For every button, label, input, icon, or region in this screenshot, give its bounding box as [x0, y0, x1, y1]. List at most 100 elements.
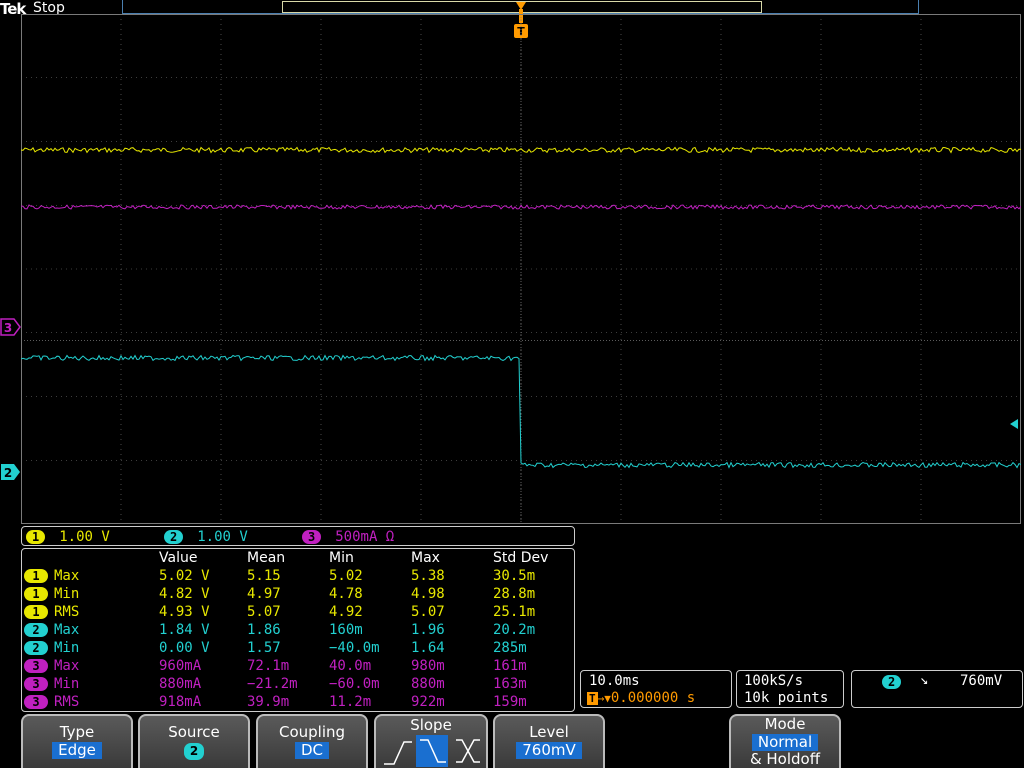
trigger-level-marker[interactable]: [1008, 418, 1022, 430]
measurement-min: 4.78: [329, 586, 363, 602]
measurement-channel-chip: 2: [24, 641, 48, 655]
measurement-std-dev: 163m: [493, 676, 527, 692]
sample-rate: 100kS/s: [744, 673, 804, 689]
measurement-type: Min: [54, 586, 80, 602]
falling-edge-icon: ↘: [920, 672, 929, 688]
measurement-row[interactable]: 2 Min 0.00 V 1.57 −40.0m 1.64 285m: [24, 639, 573, 657]
ch1-scale-readout[interactable]: 1 1.00 V: [26, 529, 110, 545]
measurement-mean: 39.9m: [247, 694, 290, 710]
measurement-mean: 1.86: [247, 622, 281, 638]
svg-text:2: 2: [4, 466, 12, 480]
measurement-name: 1 Max: [24, 567, 159, 585]
measurement-min: −60.0m: [329, 676, 380, 692]
col-header-max: Max: [411, 550, 440, 566]
rising-edge-icon[interactable]: [384, 741, 412, 765]
measurement-channel-chip: 3: [24, 677, 48, 691]
ch2-scale: 1.00 V: [197, 529, 248, 545]
measurement-channel-chip: 3: [24, 695, 48, 709]
col-header-std-dev: Std Dev: [493, 550, 549, 566]
measurement-row[interactable]: 1 Max 5.02 V 5.15 5.02 5.38 30.5m: [24, 567, 573, 585]
measurement-std-dev: 30.5m: [493, 568, 536, 584]
mode-label: Mode: [764, 715, 806, 733]
trigger-t-icon: T: [587, 692, 598, 705]
acquisition-readout[interactable]: 100kS/s 10k points: [736, 670, 844, 708]
type-label: Type: [59, 723, 95, 741]
measurement-name: 1 RMS: [24, 603, 159, 621]
col-header-mean: Mean: [247, 550, 286, 566]
coupling-label: Coupling: [278, 723, 346, 741]
measurement-std-dev: 28.8m: [493, 586, 536, 602]
trigger-position-value: 0.000000 s: [610, 690, 696, 706]
measurement-value: 4.93 V: [159, 604, 210, 620]
coupling-softkey[interactable]: Coupling DC: [256, 714, 368, 768]
holdoff-label: & Holdoff: [749, 750, 821, 768]
measurement-row[interactable]: 1 Min 4.82 V 4.97 4.78 4.98 28.8m: [24, 585, 573, 603]
timebase-readout[interactable]: 10.0ms T →▼0.000000 s: [580, 670, 732, 708]
waveform-graticule[interactable]: [21, 14, 1021, 524]
mode-holdoff-softkey[interactable]: Mode Normal & Holdoff: [729, 714, 841, 768]
trigger-level-arrow-icon: [1010, 419, 1018, 429]
measurement-channel-chip: 1: [24, 587, 48, 601]
either-edge-icon[interactable]: [456, 739, 480, 763]
measurement-value: 960mA: [159, 658, 202, 674]
measurement-max: 4.98: [411, 586, 445, 602]
measurement-name: 2 Min: [24, 639, 159, 657]
slope-softkey[interactable]: Slope: [374, 714, 488, 768]
measurement-value: 1.84 V: [159, 622, 210, 638]
measurement-mean: 4.97: [247, 586, 281, 602]
ch2-scale-readout[interactable]: 2 1.00 V: [164, 529, 248, 545]
measurement-std-dev: 285m: [493, 640, 527, 656]
measurements-header-row: Value Mean Min Max Std Dev: [24, 549, 573, 567]
measurement-row[interactable]: 3 Min 880mA −21.2m −60.0m 880m 163m: [24, 675, 573, 693]
source-value: 2: [183, 743, 205, 760]
svg-text:3: 3: [4, 321, 12, 335]
measurement-min: 4.92: [329, 604, 363, 620]
ch3-ground-marker[interactable]: 3: [0, 318, 22, 336]
measurement-row[interactable]: 1 RMS 4.93 V 5.07 4.92 5.07 25.1m: [24, 603, 573, 621]
measurement-max: 880m: [411, 676, 445, 692]
measurement-min: 11.2m: [329, 694, 372, 710]
measurement-channel-chip: 3: [24, 659, 48, 673]
coupling-value: DC: [294, 742, 330, 759]
measurement-name: 3 Min: [24, 675, 159, 693]
channel-readout-strip: 1 1.00 V 2 1.00 V 3 500mA Ω: [21, 526, 575, 546]
measurement-type: Min: [54, 676, 80, 692]
ch2-chip: 2: [164, 530, 184, 544]
ch2-ground-marker[interactable]: 2: [0, 463, 22, 481]
measurement-max: 922m: [411, 694, 445, 710]
measurement-value: 880mA: [159, 676, 202, 692]
measurement-max: 5.38: [411, 568, 445, 584]
type-softkey[interactable]: Type Edge: [21, 714, 133, 768]
trigger-arrow-icon: [516, 2, 526, 10]
slope-label: Slope: [410, 716, 452, 734]
measurement-max: 1.96: [411, 622, 445, 638]
ch1-chip: 1: [26, 530, 46, 544]
measurement-max: 5.07: [411, 604, 445, 620]
ch1-scale: 1.00 V: [59, 529, 110, 545]
measurement-channel-chip: 1: [24, 569, 48, 583]
measurement-mean: 5.07: [247, 604, 281, 620]
measurement-min: −40.0m: [329, 640, 380, 656]
measurement-type: RMS: [54, 604, 80, 620]
measurement-row[interactable]: 2 Max 1.84 V 1.86 160m 1.96 20.2m: [24, 621, 573, 639]
measurement-row[interactable]: 3 Max 960mA 72.1m 40.0m 980m 161m: [24, 657, 573, 675]
ch3-chip: 3: [302, 530, 322, 544]
measurement-value: 4.82 V: [159, 586, 210, 602]
record-length: 10k points: [744, 690, 829, 706]
level-softkey[interactable]: Level 760mV: [493, 714, 605, 768]
trigger-level-value: 760mV: [960, 673, 1003, 689]
measurement-std-dev: 20.2m: [493, 622, 536, 638]
measurement-channel-chip: 2: [24, 623, 48, 637]
measurement-row[interactable]: 3 RMS 918mA 39.9m 11.2m 922m 159m: [24, 693, 573, 711]
slope-options: [384, 735, 480, 767]
ch3-scale-readout[interactable]: 3 500mA Ω: [302, 529, 394, 545]
level-label: Level: [529, 723, 569, 741]
measurements-panel: Value Mean Min Max Std Dev 1 Max 5.02 V 5.1…: [21, 548, 575, 712]
ch3-scale: 500mA Ω: [335, 529, 395, 545]
measurement-value: 0.00 V: [159, 640, 210, 656]
col-header-min: Min: [329, 550, 354, 566]
measurement-std-dev: 159m: [493, 694, 527, 710]
trigger-readout[interactable]: 2 ↘ 760mV: [851, 670, 1023, 708]
measurement-type: Max: [54, 658, 80, 674]
source-softkey[interactable]: Source 2: [138, 714, 250, 768]
